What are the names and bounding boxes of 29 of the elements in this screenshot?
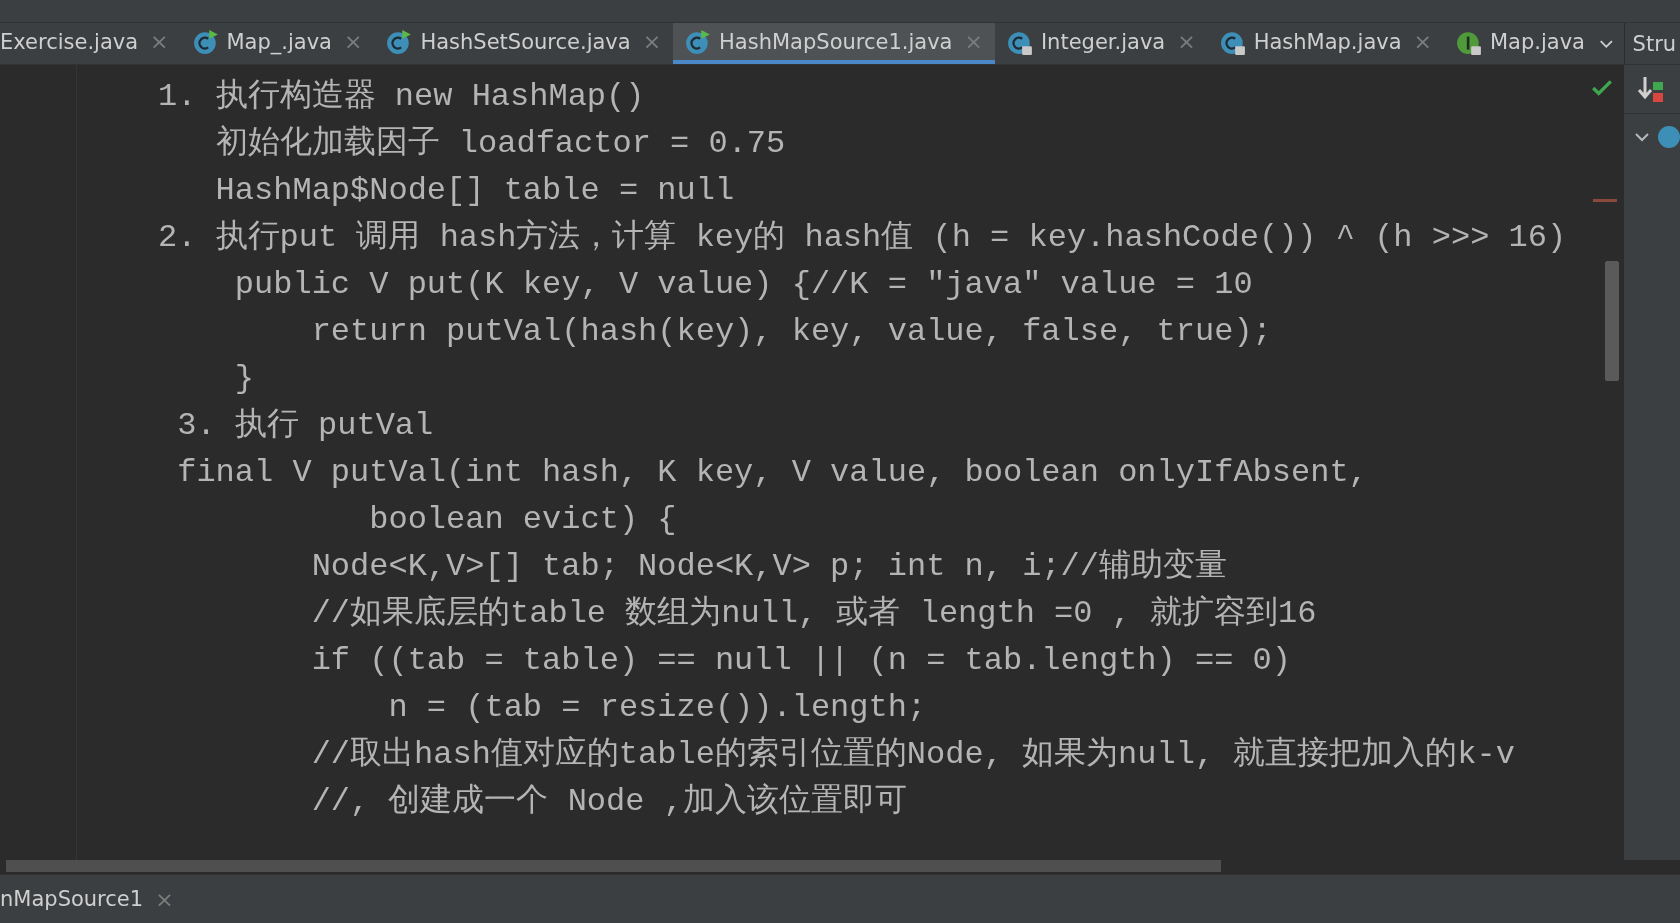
code-line: n = (tab = resize()).length; (387, 688, 927, 728)
code-line: final V putVal(int hash, K key, V value, boolean onlyIfAbsent, (176, 453, 1368, 493)
scrollbar-thumb[interactable] (6, 860, 1221, 872)
file-tab[interactable]: Exercise.java × (0, 23, 181, 64)
file-tab[interactable]: HashMap.java × (1207, 23, 1444, 64)
panel-tab[interactable]: nMapSource1 × (0, 886, 174, 912)
check-icon (1591, 79, 1613, 97)
code-line: 2. 执行put 调用 hash方法，计算 key的 hash值 (h = key.hashCode()) ^ (h >>> 16) (158, 218, 1567, 258)
code-line: 初始化加载因子 loadfactor = 0.75 (214, 124, 786, 164)
code-line: if ((tab = table) == null || (n = tab.length) == 0) (310, 641, 1291, 681)
code-line: //取出hash值对应的table的索引位置的Node, 如果为null, 就直接把加入的k-v (310, 735, 1515, 775)
panel-title[interactable]: Stru (1632, 31, 1677, 56)
code-line: 1. 执行构造器 new HashMap() (158, 77, 645, 117)
file-tab[interactable]: HashSetSource.java × (374, 23, 674, 64)
file-tab[interactable]: Map_.java × (180, 23, 375, 64)
scrollbar-thumb[interactable] (1605, 261, 1619, 381)
code-line: return putVal(hash(key), key, value, false, true); (310, 312, 1272, 352)
code-line: //, 创建成一个 Node ,加入该位置即可 (310, 782, 907, 822)
file-tab[interactable]: Map.java (1444, 23, 1597, 64)
code-line: //如果底层的table 数组为null, 或者 length =0 , 就扩容到16 (310, 594, 1317, 634)
code-line: public V put(K key, V value) {//K = "java" value = 10 (233, 265, 1253, 305)
code-line: } (233, 359, 254, 399)
code-line: 3. 执行 putVal (176, 406, 434, 446)
file-tab[interactable]: Integer.java × (994, 23, 1208, 64)
code-line: HashMap$Node[] table = null (214, 171, 735, 211)
code-line: boolean evict) { (368, 500, 677, 540)
file-tab[interactable]: HashMapSource1.java × (673, 23, 995, 64)
sort-icon[interactable] (1636, 74, 1666, 104)
code-line: Node<K,V>[] tab; Node<K,V> p; int n, i;//辅助变量 (310, 547, 1227, 587)
